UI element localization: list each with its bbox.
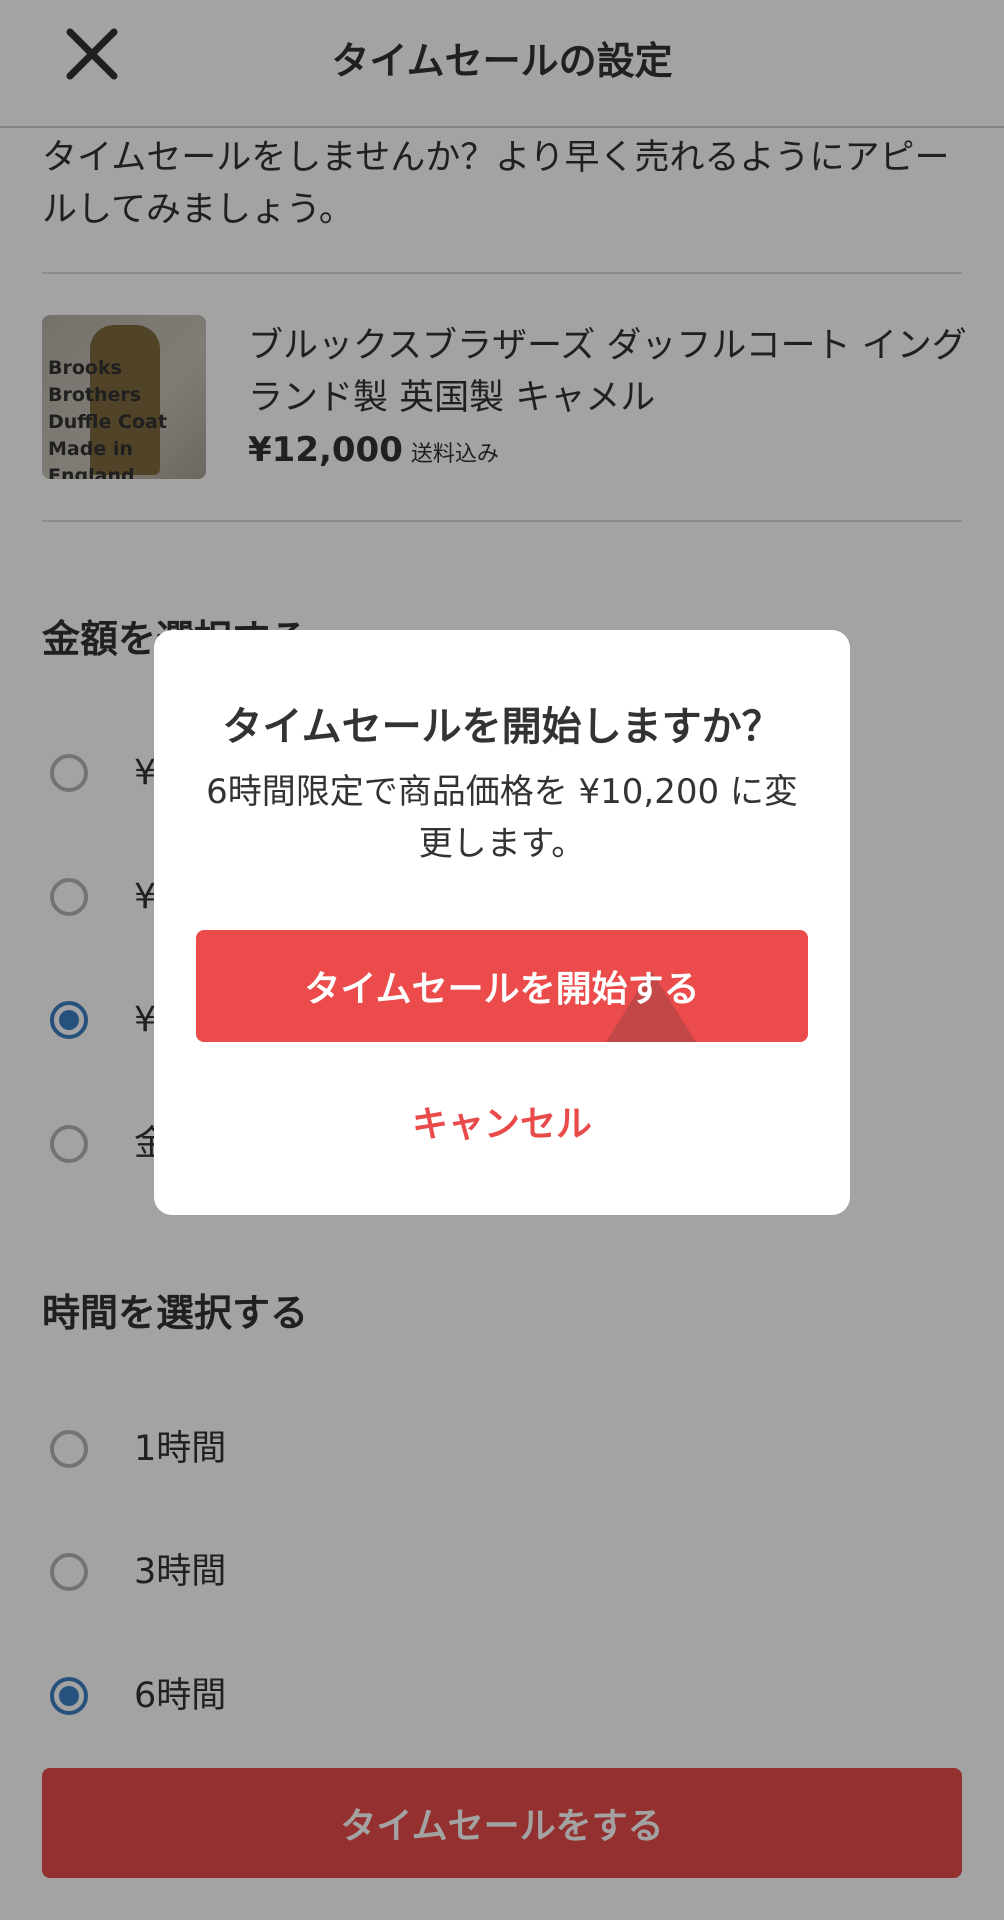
dialog-message: 6時間限定で商品価格を ¥10,200 に変更します。 [206, 772, 798, 864]
dialog-title: タイムセールを開始しますか？ [222, 704, 782, 750]
start-time-sale-label: タイムセールを開始する [304, 969, 700, 1010]
cancel-button[interactable]: キャンセル [154, 1095, 850, 1147]
confirm-dialog: タイムセールを開始しますか？ 6時間限定で商品価格を ¥10,200 に変更しま… [154, 630, 850, 1215]
start-time-sale-button[interactable]: タイムセールを開始する [196, 930, 808, 1042]
